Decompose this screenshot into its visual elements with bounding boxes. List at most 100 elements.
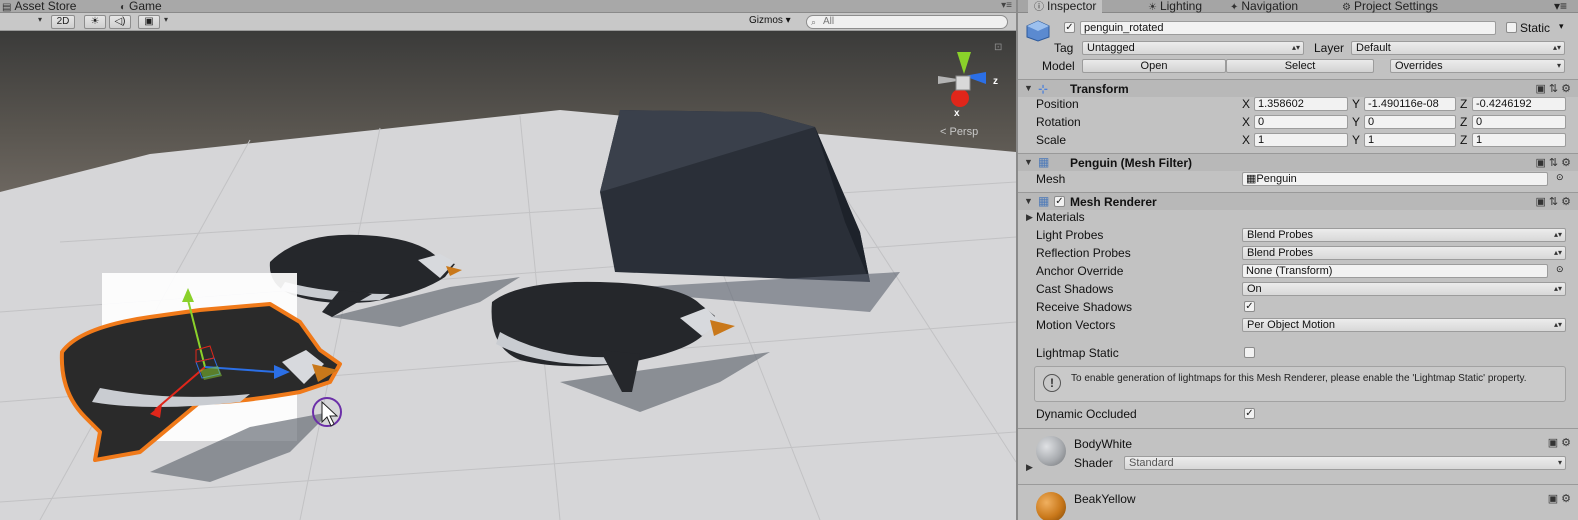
tab-game[interactable]: ◐ Game <box>120 0 162 13</box>
cast-shadows-dropdown[interactable]: On ▴▾ <box>1242 282 1566 296</box>
object-picker-icon[interactable]: ⊙ <box>1556 264 1564 275</box>
cast-shadows-value: On <box>1247 283 1262 295</box>
position-z-field[interactable]: -0.4246192 <box>1472 97 1566 111</box>
tab-project-settings-label: Project Settings <box>1353 0 1439 13</box>
info-icon: ! <box>1043 374 1061 392</box>
transform-title: Transform <box>1070 82 1129 96</box>
scene-viewport[interactable]: x z < Persp ⊡ <box>0 32 1016 520</box>
position-x-field[interactable]: 1.358602 <box>1254 97 1348 111</box>
material-preview-beakyellow <box>1036 492 1066 520</box>
shading-mode-dropdown[interactable]: ▾ <box>38 15 42 24</box>
lightmap-static-checkbox[interactable] <box>1244 347 1255 358</box>
lightbulb-icon: ☀ <box>1148 2 1157 13</box>
lightmap-info-box: ! To enable generation of lightmaps for … <box>1034 366 1566 402</box>
reflection-probes-dropdown[interactable]: Blend Probes ▴▾ <box>1242 246 1566 260</box>
mesh-filter-header[interactable]: ▼ ▦ Penguin (Mesh Filter) ▣⇅⚙ <box>1018 153 1578 171</box>
foldout-arrow-icon[interactable]: ▼ <box>1024 196 1033 206</box>
rotation-x-field[interactable]: 0 <box>1254 115 1348 129</box>
foldout-arrow-icon[interactable]: ▶ <box>1026 462 1033 473</box>
lock-icon[interactable]: ⊡ <box>994 42 1002 53</box>
layer-dropdown[interactable]: Default ▴▾ <box>1351 41 1565 55</box>
component-header-icons[interactable]: ▣⇅⚙ <box>1536 82 1574 95</box>
tab-project-settings[interactable]: ⚙ Project Settings <box>1342 0 1438 13</box>
motion-vectors-label: Motion Vectors <box>1036 318 1116 332</box>
scale-y-field[interactable]: 1 <box>1364 133 1456 147</box>
persp-label[interactable]: < Persp <box>940 126 978 138</box>
mesh-filter-title: Penguin (Mesh Filter) <box>1070 156 1193 170</box>
static-dropdown-icon[interactable]: ▾ <box>1559 21 1564 32</box>
gameobject-icon <box>1026 20 1050 42</box>
tab-lighting[interactable]: ☀ Lighting <box>1148 0 1202 13</box>
chevron-down-icon: ▾ <box>1556 61 1561 70</box>
scene-search-input[interactable]: ⌕ All <box>806 15 1008 29</box>
tab-inspector[interactable]: ⓘ Inspector <box>1028 0 1103 13</box>
shader-dropdown-bodywhite[interactable]: Standard ▾ <box>1124 456 1566 470</box>
receive-shadows-checkbox[interactable]: ✓ <box>1244 301 1255 312</box>
dynamic-occluded-label: Dynamic Occluded <box>1036 407 1137 421</box>
foldout-arrow-icon[interactable]: ▼ <box>1024 157 1033 167</box>
scene-audio-button[interactable]: ◁) <box>109 15 131 29</box>
mode-2d-button[interactable]: 2D <box>51 15 75 29</box>
navigation-icon: ✦ <box>1230 2 1239 13</box>
scene-panel: ▤ Asset Store ◐ Game ▾≡ ▾ 2D ☀ ◁) ▣ ▾ Gizm… <box>0 0 1016 520</box>
tab-navigation[interactable]: ✦ Navigation <box>1230 0 1298 13</box>
position-x-value: 1.358602 <box>1258 98 1304 110</box>
rotation-y-field[interactable]: 0 <box>1364 115 1456 129</box>
chevron-down-icon: ▴▾ <box>1553 248 1562 257</box>
transform-icon: ⊹ <box>1038 82 1049 96</box>
scene-lighting-button[interactable]: ☀ <box>84 15 106 29</box>
overrides-dropdown[interactable]: Overrides ▾ <box>1390 59 1565 73</box>
inspector-panel: ⓘ Inspector ☀ Lighting ✦ Navigation ⚙ Projec… <box>1016 0 1578 520</box>
dynamic-occluded-checkbox[interactable]: ✓ <box>1244 408 1255 419</box>
light-probes-dropdown[interactable]: Blend Probes ▴▾ <box>1242 228 1566 242</box>
tab-asset-store[interactable]: ▤ Asset Store <box>2 0 76 13</box>
object-picker-icon[interactable]: ⊙ <box>1556 172 1564 183</box>
gear-icon: ⚙ <box>1342 2 1351 13</box>
position-y-field[interactable]: -1.490116e-08 <box>1364 97 1456 111</box>
effects-dropdown[interactable]: ▾ <box>164 15 168 24</box>
model-select-button[interactable]: Select <box>1226 59 1374 73</box>
mesh-filter-icon: ▦ <box>1038 155 1050 169</box>
foldout-arrow-icon[interactable]: ▼ <box>1024 83 1033 93</box>
tag-value: Untagged <box>1087 42 1135 54</box>
scale-z-field[interactable]: 1 <box>1472 133 1566 147</box>
object-name-input[interactable]: penguin_rotated <box>1080 21 1496 35</box>
materials-label[interactable]: Materials <box>1036 210 1085 224</box>
mesh-renderer-enabled-checkbox[interactable]: ✓ <box>1054 196 1065 207</box>
panel-menu-icon[interactable]: ▾≡ <box>1001 0 1012 11</box>
scene-effects-button[interactable]: ▣ <box>138 15 160 29</box>
transform-header[interactable]: ▼ ⊹ Transform ▣⇅⚙ <box>1018 79 1578 97</box>
mesh-object-field[interactable]: ▦Penguin <box>1242 172 1548 186</box>
chevron-down-icon: ▴▾ <box>1553 320 1562 329</box>
material-header-icons[interactable]: ▣⚙ <box>1548 436 1574 449</box>
tab-lighting-label: Lighting <box>1159 0 1203 13</box>
chevron-down-icon: ▴▾ <box>1553 284 1562 293</box>
motion-vectors-dropdown[interactable]: Per Object Motion ▴▾ <box>1242 318 1566 332</box>
mesh-icon: ▦ <box>1246 173 1257 185</box>
mesh-value: Penguin <box>1256 173 1297 185</box>
rotation-z-field[interactable]: 0 <box>1472 115 1566 129</box>
tab-navigation-label: Navigation <box>1241 0 1299 13</box>
scale-x-field[interactable]: 1 <box>1254 133 1348 147</box>
active-checkbox[interactable]: ✓ <box>1064 22 1075 33</box>
component-header-icons[interactable]: ▣⇅⚙ <box>1536 195 1574 208</box>
open-label: Open <box>1140 60 1168 72</box>
component-header-icons[interactable]: ▣⇅⚙ <box>1536 156 1574 169</box>
rotation-x-label: X <box>1242 115 1251 129</box>
gizmos-dropdown[interactable]: Gizmos ▾ <box>746 15 794 29</box>
chevron-down-icon: ▾ <box>1557 458 1562 467</box>
scene-canvas[interactable]: x z < Persp ⊡ <box>0 32 1016 520</box>
material-header-icons[interactable]: ▣⚙ <box>1548 492 1574 505</box>
inspector-menu-icon[interactable]: ▾≡ <box>1554 0 1567 13</box>
tag-dropdown[interactable]: Untagged ▴▾ <box>1082 41 1304 55</box>
materials-foldout-icon[interactable]: ▶ <box>1026 212 1033 223</box>
static-checkbox[interactable] <box>1506 22 1517 33</box>
anchor-override-field[interactable]: None (Transform) <box>1242 264 1548 278</box>
model-open-button[interactable]: Open <box>1082 59 1226 73</box>
select-label: Select <box>1284 60 1316 72</box>
anchor-override-label: Anchor Override <box>1036 264 1124 278</box>
mesh-renderer-header[interactable]: ▼ ▦ ✓ Mesh Renderer ▣⇅⚙ <box>1018 192 1578 210</box>
position-z-value: -0.4246192 <box>1476 98 1532 110</box>
lightmap-info-text: To enable generation of lightmaps for th… <box>1071 373 1527 384</box>
tab-asset-store-label: Asset Store <box>14 0 77 13</box>
